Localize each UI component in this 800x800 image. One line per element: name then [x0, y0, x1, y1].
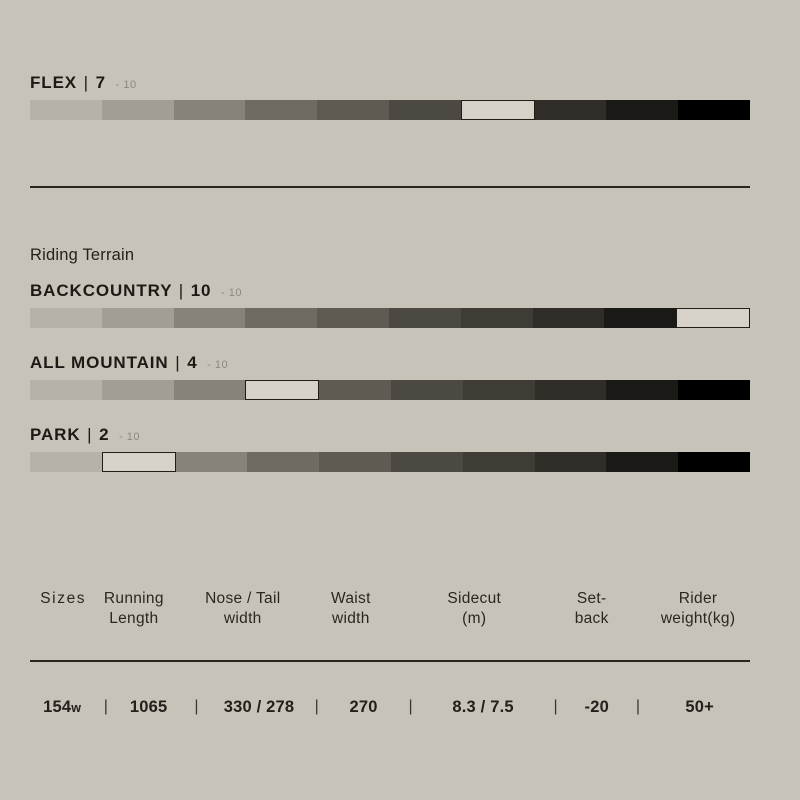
- all-mountain-label: ALL MOUNTAIN: [30, 353, 169, 372]
- backcountry-out-of: - 10: [221, 287, 243, 299]
- flex-scale-bar[interactable]: [30, 99, 750, 120]
- backcountry-scale-segment-3[interactable]: [173, 307, 246, 328]
- backcountry-value: 10: [190, 281, 212, 300]
- backcountry-scale-segment-5[interactable]: [317, 307, 389, 328]
- flex-label-row: FLEX | 7 - 10: [30, 73, 750, 93]
- cell-nose-tail-width: 330 / 278: [223, 698, 295, 716]
- park-scale-segment-1[interactable]: [30, 451, 102, 472]
- flex-out-of: - 10: [115, 79, 137, 91]
- park-scale-segment-6[interactable]: [390, 451, 463, 472]
- all-mountain-scale-segment-7[interactable]: [462, 379, 535, 400]
- flex-value: 7: [95, 73, 106, 92]
- all-mountain-scale-segment-5[interactable]: [319, 379, 391, 400]
- park-out-of: - 10: [119, 431, 141, 443]
- riding-terrain-caption: Riding Terrain: [30, 246, 135, 264]
- header-running-length: Running Length: [103, 590, 164, 628]
- park-scale-segment-9[interactable]: [606, 451, 679, 472]
- backcountry-label-row: BACKCOUNTRY | 10 - 10: [30, 281, 750, 301]
- flex-scale-segment-1[interactable]: [30, 99, 102, 120]
- cell-waist-width: 270: [349, 698, 378, 716]
- flex-scale-segment-4[interactable]: [245, 99, 318, 120]
- section-divider-top: [30, 186, 750, 188]
- header-rider-weight: Rider weight(kg): [660, 590, 736, 628]
- all-mountain-scale-bar[interactable]: [30, 379, 750, 400]
- all-mountain-scale-segment-8[interactable]: [534, 379, 607, 400]
- terrain-caption-block: Riding Terrain: [30, 246, 750, 269]
- flex-scale-segment-3[interactable]: [173, 99, 246, 120]
- park-value: 2: [99, 425, 110, 444]
- backcountry-scale-segment-10[interactable]: [676, 307, 750, 328]
- spec-table: Sizes Running Length Nose / Tail width W…: [30, 589, 750, 630]
- park-label-row: PARK | 2 - 10: [30, 425, 750, 445]
- park-scale-segment-3[interactable]: [175, 451, 248, 472]
- backcountry-scale-segment-2[interactable]: [101, 307, 174, 328]
- flex-scale-segment-8[interactable]: [534, 99, 607, 120]
- header-nose-tail-width: Nose / Tail width: [205, 590, 281, 628]
- park-scale-bar[interactable]: [30, 451, 750, 472]
- flex-label: FLEX: [30, 73, 78, 92]
- cell-sidecut: 8.3 / 7.5: [452, 698, 514, 716]
- spec-sheet-page: FLEX | 7 - 10 Riding Terrain BACKCOUNTRY…: [0, 0, 800, 800]
- header-waist-width: Waist width: [331, 590, 371, 628]
- flex-scale-segment-5[interactable]: [317, 99, 389, 120]
- all-mountain-scale-segment-4[interactable]: [245, 379, 320, 400]
- backcountry-scale-segment-4[interactable]: [245, 307, 318, 328]
- cell-size-number: 154: [43, 698, 72, 716]
- header-setback: Set- back: [574, 590, 609, 628]
- all-mountain-scale-segment-10[interactable]: [678, 379, 750, 400]
- flex-scale-segment-2[interactable]: [101, 99, 174, 120]
- backcountry-separator: |: [178, 281, 185, 300]
- all-mountain-separator: |: [175, 353, 181, 372]
- flex-scale-segment-10[interactable]: [678, 99, 750, 120]
- cell-separator-5: |: [553, 698, 558, 715]
- spec-table-body: 154w | 1065 | 330 / 278 | 270 | 8.3 / 7.…: [30, 698, 750, 717]
- all-mountain-rating-block: ALL MOUNTAIN | 4 - 10: [30, 353, 750, 400]
- cell-separator-1: |: [103, 698, 108, 715]
- cell-size-suffix: w: [71, 701, 82, 715]
- header-sidecut: Sidecut (m): [447, 590, 502, 628]
- flex-rating-block: FLEX | 7 - 10: [30, 73, 750, 120]
- cell-running-length: 1065: [129, 698, 168, 716]
- park-scale-segment-8[interactable]: [534, 451, 607, 472]
- backcountry-scale-segment-6[interactable]: [388, 307, 461, 328]
- header-sizes: Sizes: [40, 590, 87, 607]
- park-label: PARK: [30, 425, 81, 444]
- cell-setback: -20: [584, 698, 609, 716]
- cell-separator-3: |: [314, 698, 319, 715]
- flex-separator: |: [83, 73, 89, 92]
- all-mountain-scale-segment-9[interactable]: [606, 379, 679, 400]
- park-scale-segment-7[interactable]: [462, 451, 535, 472]
- cell-rider-weight: 50+: [685, 698, 715, 716]
- spec-table-header-row: Sizes Running Length Nose / Tail width W…: [30, 589, 750, 630]
- all-mountain-scale-segment-3[interactable]: [173, 379, 246, 400]
- flex-scale-segment-6[interactable]: [388, 99, 461, 120]
- backcountry-scale-segment-7[interactable]: [460, 307, 533, 328]
- all-mountain-scale-segment-6[interactable]: [390, 379, 463, 400]
- park-scale-segment-10[interactable]: [678, 451, 750, 472]
- cell-separator-4: |: [408, 698, 413, 715]
- all-mountain-scale-segment-1[interactable]: [30, 379, 102, 400]
- table-row[interactable]: 154w | 1065 | 330 / 278 | 270 | 8.3 / 7.…: [30, 698, 750, 717]
- park-rating-block: PARK | 2 - 10: [30, 425, 750, 472]
- park-scale-segment-4[interactable]: [247, 451, 320, 472]
- flex-scale-segment-7[interactable]: [460, 99, 535, 120]
- all-mountain-label-row: ALL MOUNTAIN | 4 - 10: [30, 353, 750, 373]
- park-scale-segment-2[interactable]: [101, 451, 176, 472]
- backcountry-scale-segment-9[interactable]: [604, 307, 677, 328]
- backcountry-scale-segment-1[interactable]: [30, 307, 102, 328]
- spec-table-divider: [30, 660, 750, 662]
- all-mountain-value: 4: [187, 353, 198, 372]
- cell-separator-2: |: [194, 698, 199, 715]
- all-mountain-out-of: - 10: [207, 359, 229, 371]
- all-mountain-scale-segment-2[interactable]: [101, 379, 174, 400]
- park-scale-segment-5[interactable]: [319, 451, 391, 472]
- backcountry-scale-bar[interactable]: [30, 307, 750, 328]
- cell-size: 154w: [30, 698, 94, 717]
- backcountry-scale-segment-8[interactable]: [532, 307, 605, 328]
- park-separator: |: [87, 425, 93, 444]
- backcountry-rating-block: BACKCOUNTRY | 10 - 10: [30, 281, 750, 328]
- cell-separator-6: |: [635, 698, 641, 715]
- flex-scale-segment-9[interactable]: [606, 99, 679, 120]
- backcountry-label: BACKCOUNTRY: [30, 281, 173, 300]
